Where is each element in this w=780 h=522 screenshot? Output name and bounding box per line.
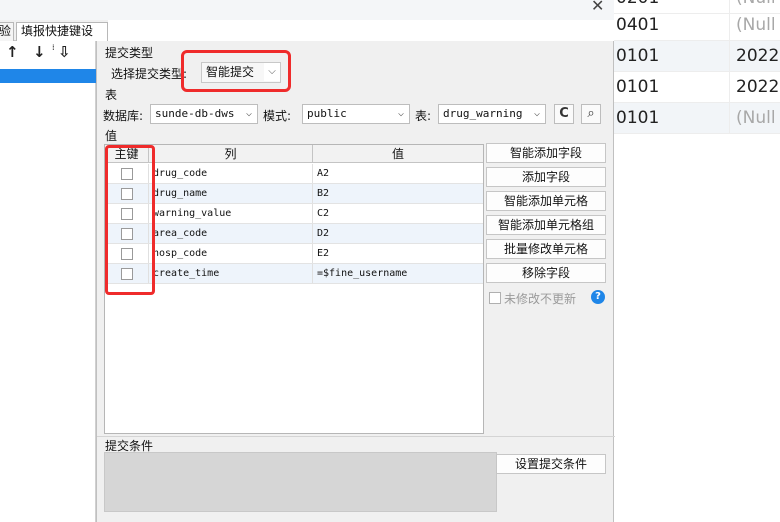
highlight-box-primary-key [105, 145, 155, 295]
value-cell[interactable]: =$fine_username [313, 264, 483, 283]
database-value: sunde-db-dws [155, 107, 235, 120]
left-panel: ↑ ↓ ⇩ ⁞ [0, 41, 96, 522]
table-cell: 0101 [616, 103, 730, 134]
table-cell: 0101 [616, 41, 730, 72]
table-cell: 0101 [616, 72, 730, 103]
smart-add-cell-group-button[interactable]: 智能添加单元格组 [486, 215, 606, 235]
database-label: 数据库: [103, 109, 144, 123]
table-select[interactable]: drug_warning ⌵ [438, 104, 546, 124]
set-condition-button[interactable]: 设置提交条件 [496, 454, 606, 474]
column-header-column[interactable]: 列 [149, 145, 313, 163]
value-section-title: 值 [105, 129, 118, 143]
column-header-value[interactable]: 值 [313, 145, 483, 163]
table-cell: 2022 [736, 46, 780, 66]
column-cell[interactable]: area_code [149, 224, 313, 243]
value-cell[interactable]: D2 [313, 224, 483, 243]
left-toolbar: ↑ ↓ ⇩ ⁞ [0, 41, 96, 69]
arrow-down-icon[interactable]: ↓ [33, 43, 46, 61]
selected-list-item[interactable] [0, 69, 96, 83]
submit-type-label: 选择提交类型: [111, 67, 188, 81]
table-row[interactable]: 0101 (Null [614, 103, 780, 134]
table-row[interactable]: create_time =$fine_username [105, 264, 483, 284]
table-section-title: 表 [105, 88, 118, 102]
table-cell: 2022 [736, 77, 780, 97]
sort-icon[interactable]: ⇩ [58, 43, 71, 61]
highlight-box-submit-type [181, 50, 291, 92]
tab-bar: 验 填报快捷键设置 [0, 20, 108, 55]
schema-value: public [307, 107, 347, 120]
sort-dots-icon: ⁞ [52, 43, 55, 52]
schema-label: 模式: [263, 109, 292, 123]
column-cell[interactable]: warning_value [149, 204, 313, 223]
value-cell[interactable]: B2 [313, 184, 483, 203]
submit-type-section-title: 提交类型 [105, 46, 154, 60]
refresh-button[interactable]: C [554, 104, 574, 124]
table-row[interactable]: hosp_code E2 [105, 244, 483, 264]
table-row[interactable]: 0101 2022 [614, 72, 780, 103]
chevron-down-icon: ⌵ [241, 105, 257, 123]
table-label: 表: [415, 109, 432, 123]
chevron-down-icon: ⌵ [529, 105, 545, 123]
column-cell[interactable]: hosp_code [149, 244, 313, 263]
tab-label: 验 [0, 24, 12, 38]
value-grid: 主键 列 值 drug_code A2 drug_name B2 warning… [104, 144, 484, 434]
database-select[interactable]: sunde-db-dws ⌵ [150, 104, 258, 124]
window-title-strip [0, 0, 620, 20]
refresh-icon: C [559, 106, 569, 121]
background-data-table: 0201 (Null 0401 (Null 0101 2022 0101 202… [614, 0, 780, 522]
table-row[interactable]: drug_name B2 [105, 184, 483, 204]
tab-validation[interactable]: 验 [0, 22, 14, 41]
remove-field-button[interactable]: 移除字段 [486, 263, 606, 283]
no-update-unmodified-checkbox[interactable] [489, 292, 501, 304]
table-cell: (Null [736, 108, 776, 128]
close-icon[interactable]: ✕ [591, 0, 604, 15]
value-cell[interactable]: E2 [313, 244, 483, 263]
add-field-button[interactable]: 添加字段 [486, 167, 606, 187]
batch-modify-cell-button[interactable]: 批量修改单元格 [486, 239, 606, 259]
table-row[interactable]: warning_value C2 [105, 204, 483, 224]
search-table-button[interactable]: ⌕ [581, 104, 601, 124]
submit-settings-dialog: 提交类型 选择提交类型: 智能提交 ⌵ 表 数据库: sunde-db-dws … [96, 41, 615, 522]
tab-shortcut-settings[interactable]: 填报快捷键设置 [16, 22, 108, 55]
value-cell[interactable]: C2 [313, 204, 483, 223]
column-cell[interactable]: drug_name [149, 184, 313, 203]
table-cell: (Null [736, 15, 776, 35]
table-row[interactable]: drug_code A2 [105, 164, 483, 184]
schema-select[interactable]: public ⌵ [302, 104, 410, 124]
value-cell[interactable]: A2 [313, 164, 483, 183]
column-cell[interactable]: create_time [149, 264, 313, 283]
smart-add-cell-button[interactable]: 智能添加单元格 [486, 191, 606, 211]
column-cell[interactable]: drug_code [149, 164, 313, 183]
section-divider [97, 436, 615, 437]
condition-text-area[interactable] [104, 452, 497, 512]
table-row[interactable]: 0401 (Null [614, 10, 780, 41]
no-update-unmodified-label: 未修改不更新 [504, 292, 577, 306]
table-value: drug_warning [443, 107, 523, 120]
help-icon[interactable]: ? [591, 290, 605, 304]
grid-header: 主键 列 值 [105, 145, 483, 163]
table-cell: 0401 [616, 10, 730, 41]
arrow-up-icon[interactable]: ↑ [6, 43, 19, 61]
smart-add-field-button[interactable]: 智能添加字段 [486, 143, 606, 163]
table-row[interactable]: area_code D2 [105, 224, 483, 244]
search-icon: ⌕ [587, 106, 595, 121]
table-row[interactable]: 0101 2022 [614, 41, 780, 72]
chevron-down-icon: ⌵ [393, 105, 409, 123]
